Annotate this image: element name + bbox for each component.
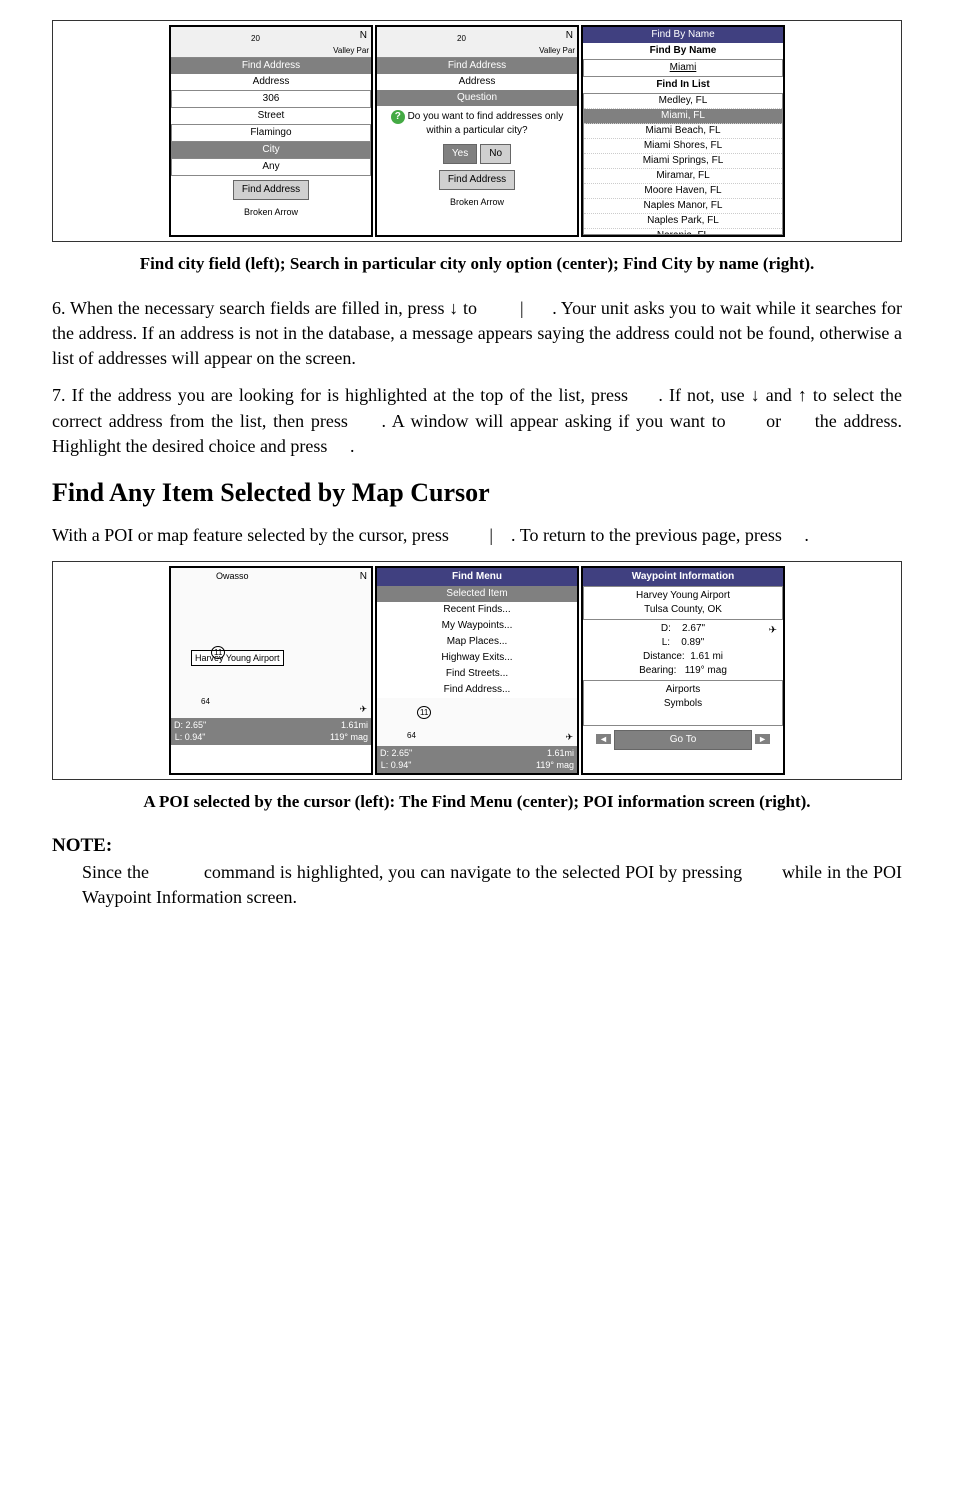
button-row: Find Address [171, 176, 371, 204]
panel-title: Find Address [171, 58, 371, 74]
address-label: Address [377, 74, 577, 90]
question-text: Do you want to find addresses only withi… [408, 111, 564, 136]
figure-1-panels: 20 N Valley Par Find Address Address 306… [52, 20, 902, 242]
map-area: 20 N Valley Par [171, 27, 371, 58]
note-body: Since the command is highlighted, you ca… [82, 860, 902, 910]
panel-title-2: Find By Name [583, 43, 783, 59]
route-icon: 64 [407, 730, 416, 741]
compass-icon: N [360, 570, 367, 584]
list-item: Miramar, FL [584, 169, 782, 184]
menu-item: Recent Finds... [377, 602, 577, 618]
panel-title-1: Find By Name [583, 27, 783, 43]
menu-item: Map Places... [377, 634, 577, 650]
figure-1-caption: Find city field (left); Search in partic… [52, 252, 902, 276]
figure-2-caption: A POI selected by the cursor (left): The… [52, 790, 902, 814]
result-list: Medley, FL Miami, FL Miami Beach, FL Mia… [583, 93, 783, 235]
map-area: 20 N Valley Par [377, 27, 577, 58]
poi-label: Harvey Young Airport [191, 650, 284, 667]
poi-name-box: Harvey Young Airport Tulsa County, OK [583, 586, 783, 620]
list-item: Miami Springs, FL [584, 154, 782, 169]
map-footer: Broken Arrow [377, 194, 577, 211]
address-label: Address [171, 74, 371, 90]
up-arrow-icon: ↑ [798, 385, 807, 405]
note-block: NOTE: Since the command is highlighted, … [52, 833, 902, 910]
list-item: Miami Beach, FL [584, 124, 782, 139]
menu-item: Selected Item [377, 586, 577, 602]
menu-item: Find Address... [377, 682, 577, 698]
route-marker: 20 [457, 33, 466, 44]
street-label: Street [171, 108, 371, 124]
no-button: No [480, 144, 511, 164]
step-7: 7. If the address you are looking for is… [52, 383, 902, 459]
list-item: Miami, FL [584, 109, 782, 124]
route-marker: 20 [251, 33, 260, 44]
coords-box: D: 2.67" L: 0.89" Distance: 1.61 mi Bear… [583, 620, 783, 680]
menu-item: My Waypoints... [377, 618, 577, 634]
find-menu-panel: Find Menu Selected Item Recent Finds... … [375, 566, 579, 775]
compass-icon: N [360, 29, 367, 43]
airplane-icon: ✈ [769, 624, 777, 638]
list-item: Naples Manor, FL [584, 199, 782, 214]
map-label: Valley Par [539, 45, 575, 56]
button-row: Find Address [377, 166, 577, 194]
question-icon: ? [391, 110, 405, 124]
city-label: Owasso [216, 570, 249, 583]
step-6: 6. When the necessary search fields are … [52, 296, 902, 372]
airplane-icon: ✈ [359, 703, 367, 716]
map-footer: Broken Arrow [171, 204, 371, 221]
route-icon: 11 [417, 706, 431, 719]
city-label: City [171, 142, 371, 158]
list-item: Moore Haven, FL [584, 184, 782, 199]
question-label: Question [377, 90, 577, 106]
map-label: Valley Par [333, 45, 369, 56]
city-value: Any [171, 158, 371, 176]
figure-2: Owasso N Harvey Young Airport 11 64 ✈ D:… [52, 561, 902, 814]
map-view: Owasso N Harvey Young Airport 11 64 ✈ [171, 568, 371, 718]
route-icon: 11 [211, 646, 225, 659]
route-icon: 64 [201, 696, 210, 707]
question-panel: 20 N Valley Par Find Address Address Que… [375, 25, 579, 237]
menu-title: Find Menu [377, 568, 577, 586]
down-arrow-icon: ↓ [449, 298, 458, 318]
section-heading: Find Any Item Selected by Map Cursor [52, 475, 902, 511]
figure-2-panels: Owasso N Harvey Young Airport 11 64 ✈ D:… [52, 561, 902, 780]
find-by-name-panel: Find By Name Find By Name Miami Find In … [581, 25, 785, 237]
list-item: Medley, FL [584, 94, 782, 109]
address-value: 306 [171, 90, 371, 108]
list-item: Naranja, FL [584, 229, 782, 235]
goto-row: ◄ Go To ► [583, 726, 783, 754]
goto-button: Go To [614, 730, 752, 750]
list-item: Miami Shores, FL [584, 139, 782, 154]
name-input: Miami [583, 59, 783, 77]
bottom-bar: D: 2.65"L: 0.94" 1.61mi119° mag [171, 718, 371, 745]
find-in-list-label: Find In List [583, 77, 783, 93]
bottom-bar: D: 2.65"L: 0.94" 1.61mi119° mag [377, 746, 577, 773]
find-address-button: Find Address [233, 180, 309, 200]
category-box: Airports Symbols [583, 680, 783, 726]
find-address-button: Find Address [439, 170, 515, 190]
yes-button: Yes [443, 144, 477, 164]
menu-item: Highway Exits... [377, 650, 577, 666]
map-view: 11 64 ✈ [377, 698, 577, 746]
note-heading: NOTE: [52, 833, 902, 860]
street-value: Flamingo [171, 124, 371, 142]
question-box: ? Do you want to find addresses only wit… [377, 106, 577, 142]
map-cursor-paragraph: With a POI or map feature selected by th… [52, 523, 902, 548]
map-cursor-panel: Owasso N Harvey Young Airport 11 64 ✈ D:… [169, 566, 373, 775]
find-address-panel: 20 N Valley Par Find Address Address 306… [169, 25, 373, 237]
menu-item: Find Streets... [377, 666, 577, 682]
yes-no-row: Yes No [377, 142, 577, 166]
down-arrow-icon: ↓ [751, 385, 760, 405]
figure-1: 20 N Valley Par Find Address Address 306… [52, 20, 902, 276]
compass-icon: N [566, 29, 573, 43]
airplane-icon: ✈ [565, 731, 573, 744]
menu-list: Selected Item Recent Finds... My Waypoin… [377, 586, 577, 698]
panel-title: Find Address [377, 58, 577, 74]
waypoint-info-panel: Waypoint Information Harvey Young Airpor… [581, 566, 785, 775]
list-item: Naples Park, FL [584, 214, 782, 229]
panel-title: Waypoint Information [583, 568, 783, 586]
